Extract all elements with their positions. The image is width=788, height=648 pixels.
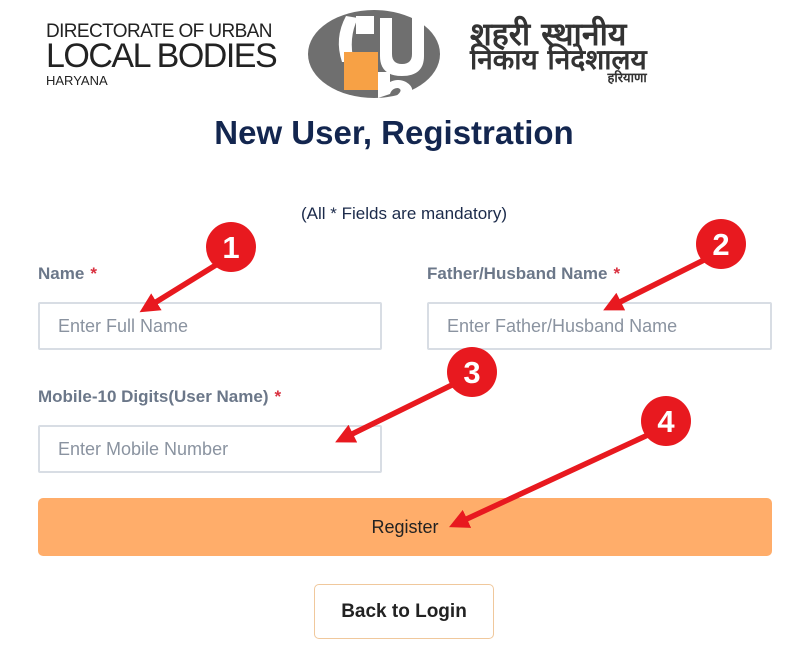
annotation-number-3: 3 (463, 355, 480, 390)
org-name-line-3: HARYANA (46, 73, 108, 88)
mobile-label-text: Mobile-10 Digits(User Name) (38, 387, 269, 406)
annotation-marker-1: 1 (206, 222, 256, 272)
org-name-line-2: LOCAL BODIES (46, 37, 278, 75)
father-husband-name-input[interactable] (427, 302, 772, 350)
page-title: New User, Registration (214, 114, 574, 151)
name-required-mark: * (90, 264, 97, 283)
org-name-hindi-line-2: निकाय निदेशालय (470, 43, 647, 76)
full-name-input[interactable] (38, 302, 382, 350)
mobile-required-mark: * (274, 387, 282, 406)
father-husband-label: Father/Husband Name * (427, 264, 620, 284)
annotation-number-1: 1 (222, 230, 239, 265)
annotation-marker-3: 3 (447, 347, 497, 397)
annotation-marker-4: 4 (641, 396, 691, 446)
mandatory-note: (All * Fields are mandatory) (301, 204, 507, 223)
mobile-label: Mobile-10 Digits(User Name) * (38, 387, 281, 407)
annotation-number-4: 4 (657, 404, 675, 439)
father-husband-label-text: Father/Husband Name (427, 264, 608, 283)
back-to-login-button[interactable]: Back to Login (314, 584, 494, 639)
org-name-english: DIRECTORATE OF URBAN LOCAL BODIES HARYAN… (46, 22, 278, 88)
ulb-logo-icon (308, 10, 440, 98)
father-husband-required-mark: * (613, 264, 621, 283)
name-label: Name * (38, 264, 97, 284)
annotation-marker-2: 2 (696, 219, 746, 269)
annotation-arrow-1 (139, 257, 227, 313)
annotation-number-2: 2 (712, 227, 729, 262)
name-label-text: Name (38, 264, 85, 283)
org-name-hindi: शहरी स्थानीय निकाय निदेशालय हरियाणा (470, 18, 647, 85)
mobile-number-input[interactable] (38, 425, 382, 473)
register-button[interactable]: Register (38, 498, 772, 556)
annotation-arrow-2 (603, 255, 711, 311)
